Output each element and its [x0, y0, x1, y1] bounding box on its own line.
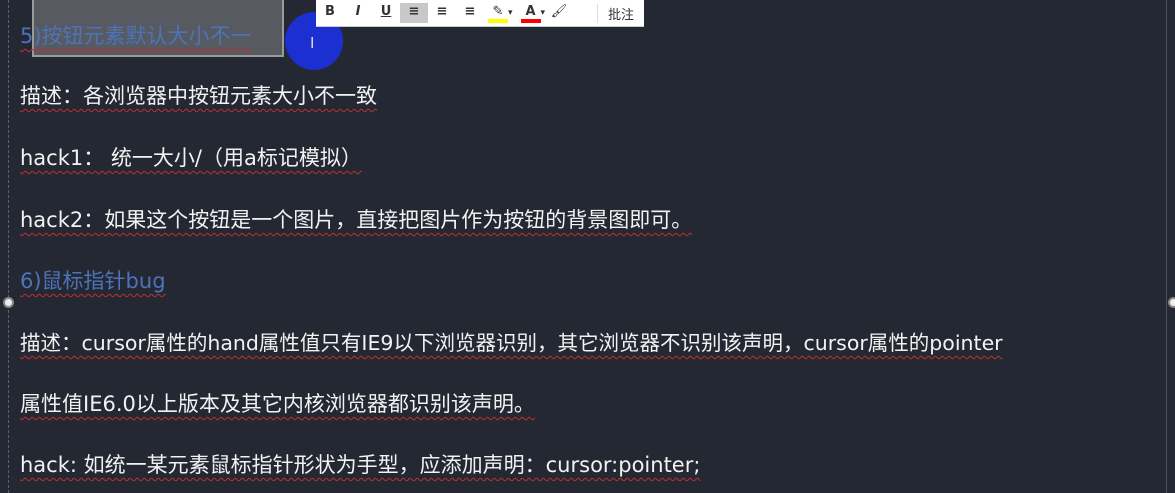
italic-button[interactable]: I — [344, 3, 372, 23]
align-right-button[interactable]: ≡ — [456, 3, 484, 23]
margin-guide — [8, 0, 9, 493]
bold-button[interactable]: B — [316, 3, 344, 23]
hack1-text[interactable]: hack1： 统一大小/（用a标记模拟） — [20, 142, 362, 172]
right-margin-guide — [1166, 0, 1167, 493]
hack-text[interactable]: hack: 如统一某元素鼠标指针形状为手型，应添加声明：cursor:point… — [20, 449, 700, 479]
resize-handle-right[interactable] — [1168, 297, 1175, 308]
align-center-button[interactable]: ≡ — [428, 3, 456, 23]
description-6-line1[interactable]: 描述：cursor属性的hand属性值只有IE9以下浏览器识别，其它浏览器不识别… — [20, 326, 1003, 356]
description-6-line2[interactable]: 属性值IE6.0以上版本及其它内核浏览器都识别该声明。 — [20, 388, 535, 418]
underline-button[interactable]: U — [372, 3, 400, 23]
resize-handle-left[interactable] — [3, 297, 14, 308]
highlight-icon[interactable]: ✎ — [488, 3, 508, 23]
highlight-dropdown-icon[interactable]: ▾ — [508, 8, 513, 18]
heading-6[interactable]: 6)鼠标指针bug — [20, 265, 166, 295]
heading-5[interactable]: 5)按钮元素默认大小不一 — [20, 20, 252, 50]
text-cursor-icon: I — [310, 34, 315, 52]
align-left-button[interactable]: ≡ — [400, 3, 428, 23]
font-color-icon[interactable]: A — [520, 3, 541, 23]
mini-format-toolbar: B I U ≡ ≡ ≡ ✎ ▾ A ▾ 🖌 批注 — [316, 0, 644, 27]
description-5[interactable]: 描述：各浏览器中按钮元素大小不一致 — [20, 80, 377, 110]
hack2-text[interactable]: hack2：如果这个按钮是一个图片，直接把图片作为按钮的背景图即可。 — [20, 204, 692, 234]
comment-button[interactable]: 批注 — [596, 3, 644, 23]
format-painter-icon[interactable]: 🖌 — [545, 3, 573, 23]
